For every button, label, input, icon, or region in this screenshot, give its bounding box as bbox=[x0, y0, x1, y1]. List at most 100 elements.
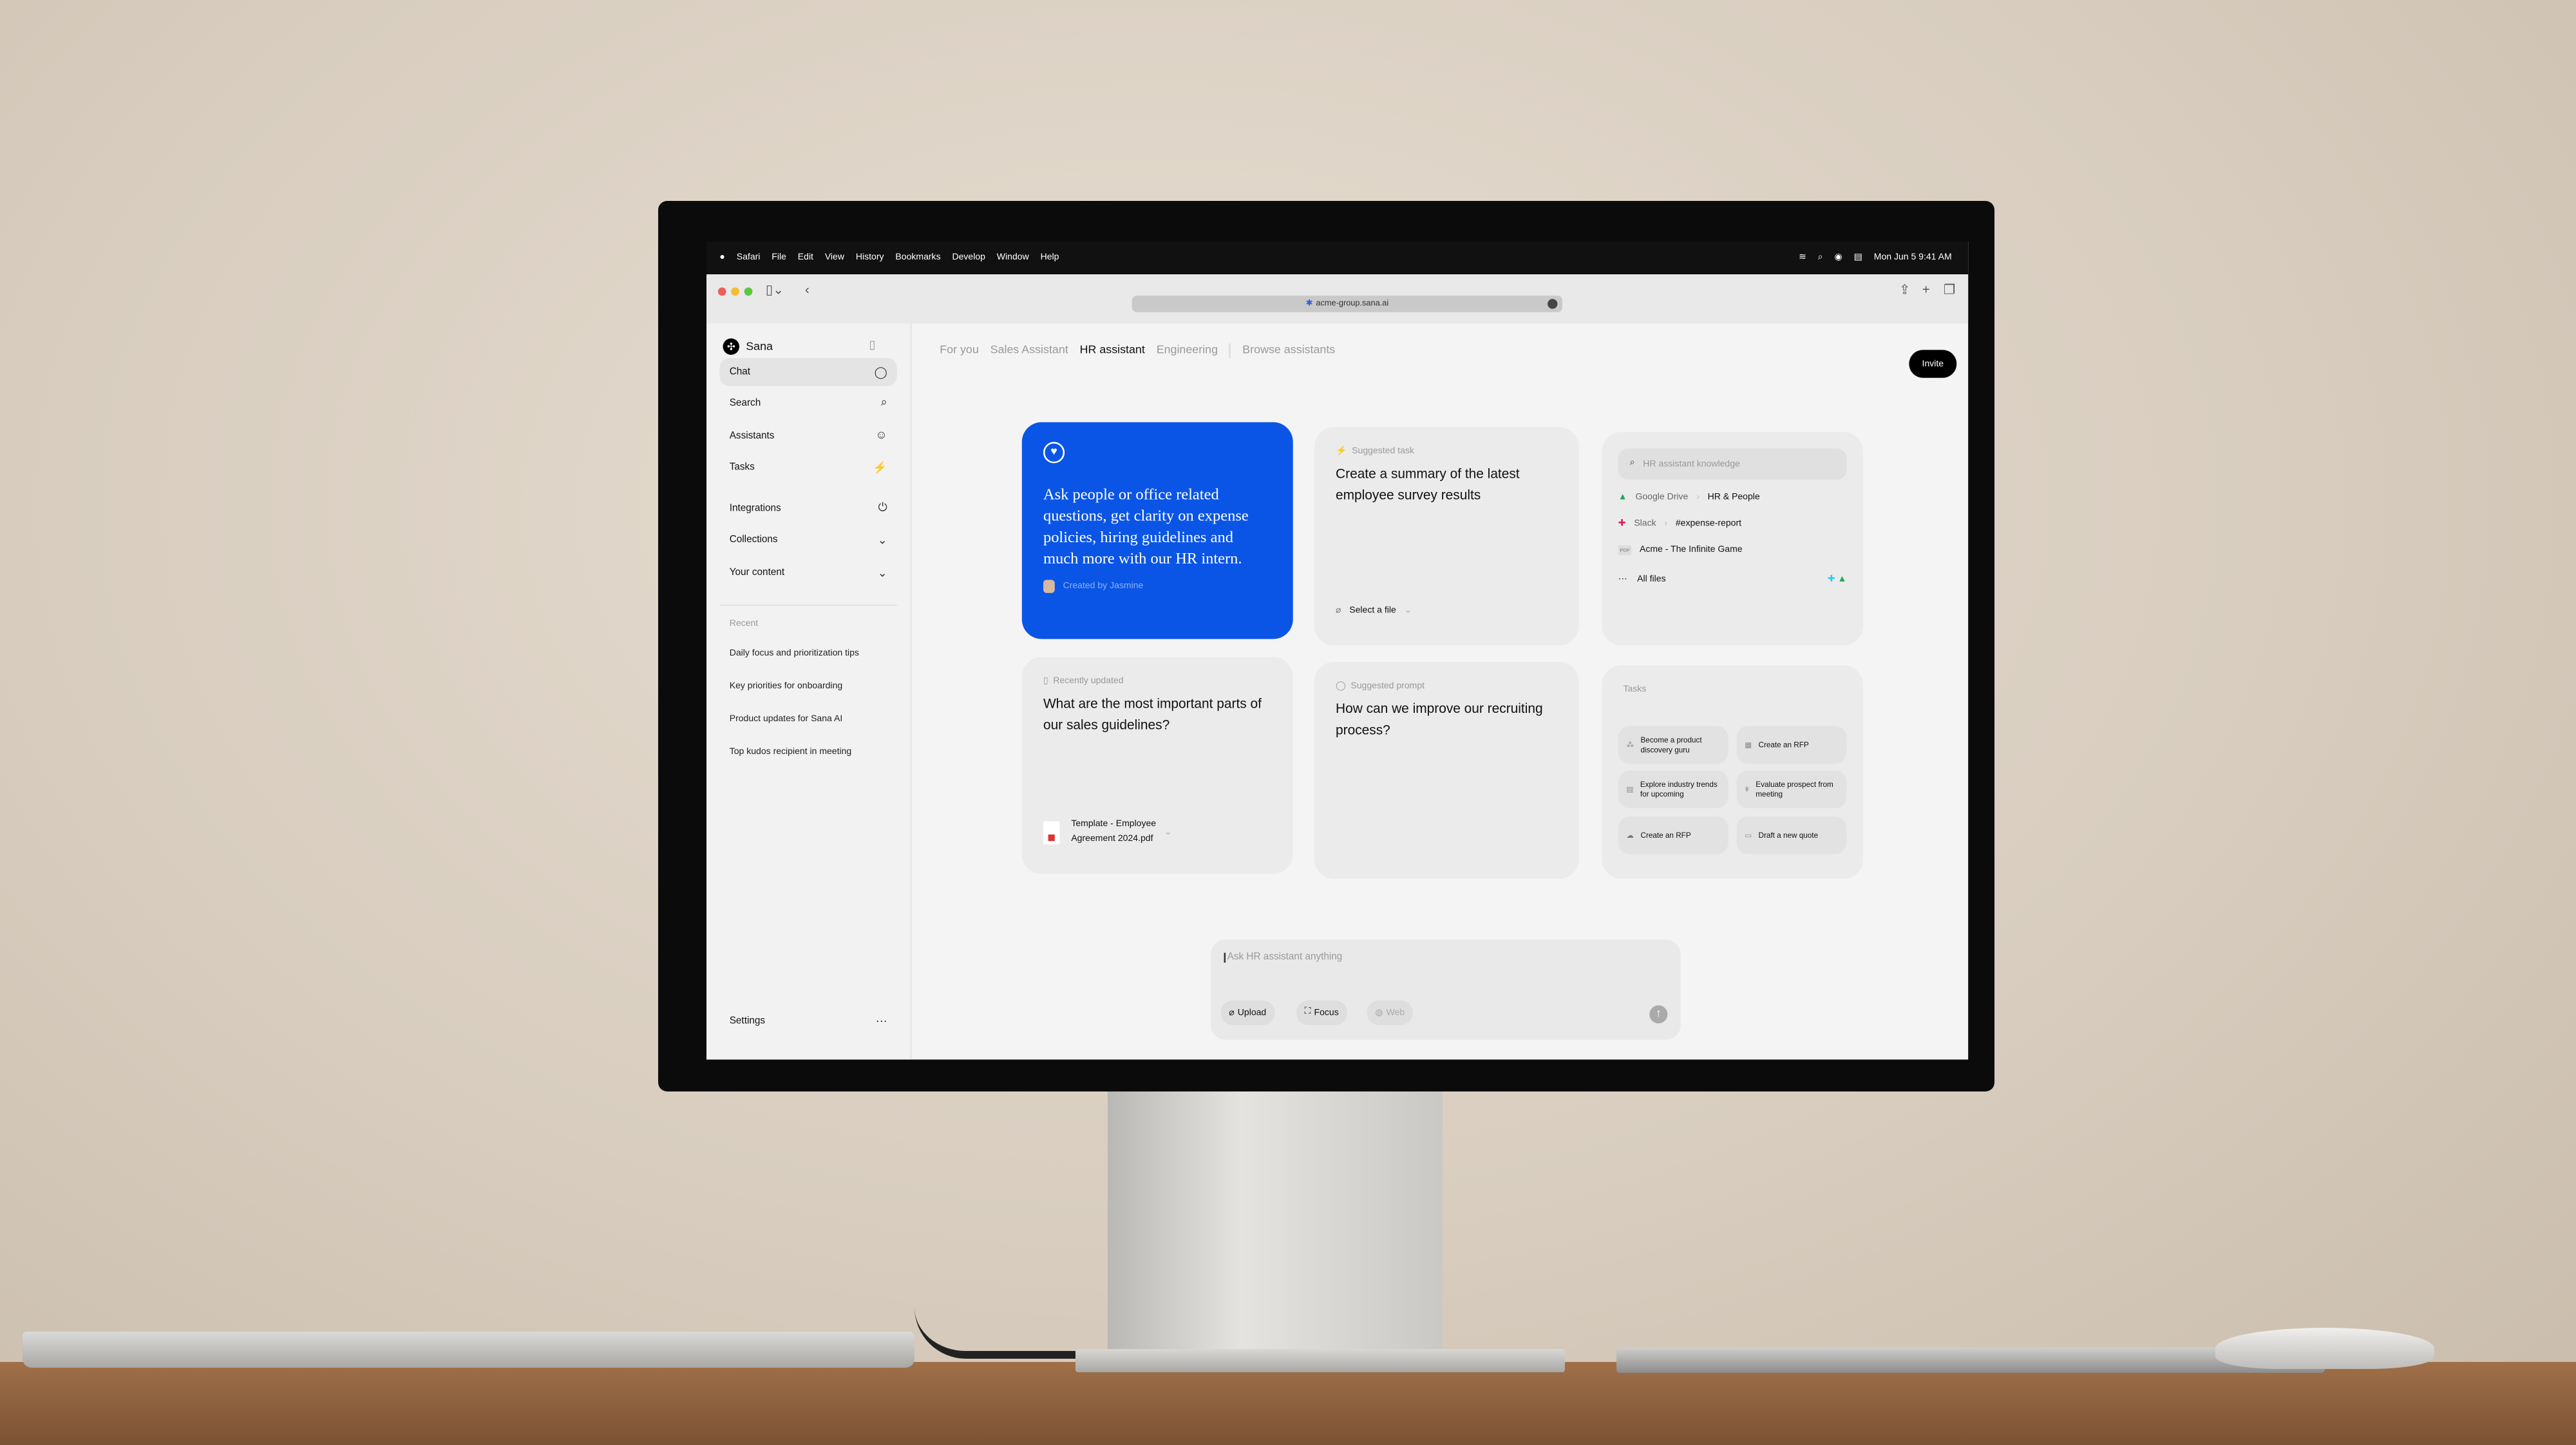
upload-button[interactable]: ⌀ Upload bbox=[1220, 1000, 1275, 1025]
zoom-window-button[interactable] bbox=[744, 287, 753, 296]
sidebar-item-tasks[interactable]: Tasks ⚡ bbox=[719, 453, 897, 481]
menu-history[interactable]: History bbox=[856, 253, 884, 263]
settings-label: Settings bbox=[729, 1015, 766, 1026]
menu-file[interactable]: File bbox=[772, 253, 786, 263]
recently-updated-card[interactable]: ▯ Recently updated What are the most impo… bbox=[1021, 657, 1293, 874]
google-drive-icon: ▲ bbox=[1618, 493, 1627, 503]
bolt-icon: ⚡ bbox=[1336, 446, 1347, 457]
source-item[interactable]: PDF Acme - The Infinite Game bbox=[1618, 545, 1847, 556]
knowledge-search-input[interactable]: ⌕ HR assistant knowledge bbox=[1618, 448, 1847, 480]
card-icon: ▭ bbox=[1745, 830, 1752, 839]
clock[interactable]: Mon Jun 5 9:41 AM bbox=[1874, 253, 1952, 263]
desk bbox=[0, 1362, 2576, 1445]
source-item[interactable]: ▲ Google Drive › HR & People bbox=[1618, 493, 1847, 502]
google-drive-icon: ▲ bbox=[1837, 574, 1847, 585]
task-item[interactable]: ☁ Create an RFP bbox=[1618, 816, 1728, 855]
slack-icon: ✚ bbox=[1618, 519, 1626, 529]
tab-sales-assistant[interactable]: Sales Assistant bbox=[990, 345, 1068, 357]
source-app: Slack bbox=[1634, 519, 1656, 529]
sidebar-item-label: Chat bbox=[729, 367, 751, 377]
task-item[interactable]: ǂ Evaluate prospect from meeting bbox=[1736, 770, 1847, 809]
task-item[interactable]: ▭ Draft a new quote bbox=[1736, 816, 1847, 855]
tab-for-you[interactable]: For you bbox=[940, 345, 979, 357]
table-icon: ▦ bbox=[1745, 740, 1752, 749]
sidebar-item-chat[interactable]: Chat ◯ bbox=[719, 358, 897, 386]
source-item[interactable]: ✚ Slack › #expense-report bbox=[1618, 519, 1847, 529]
spotlight-icon[interactable]: ⌕ bbox=[1818, 252, 1823, 264]
mouse bbox=[2215, 1328, 2434, 1369]
sidebar-item-label: Tasks bbox=[729, 462, 755, 473]
sidebar-item-collections[interactable]: Collections ⌄ bbox=[719, 525, 897, 553]
address-bar[interactable]: ✱ acme-group.sana.ai bbox=[1132, 296, 1563, 312]
sidebar-toggle-icon[interactable]: ▯⌄ bbox=[766, 283, 784, 298]
user-icon[interactable]: ◉ bbox=[1835, 253, 1842, 263]
sidebar-item-your-content[interactable]: Your content ⌄ bbox=[719, 558, 897, 586]
menu-develop[interactable]: Develop bbox=[952, 253, 985, 263]
share-icon[interactable]: ⇪ bbox=[1899, 283, 1910, 298]
invite-button[interactable]: Invite bbox=[1909, 350, 1957, 378]
new-tab-icon[interactable]: + bbox=[1922, 283, 1930, 298]
assistant-card[interactable]: ♥ Ask people or office related questions… bbox=[1021, 422, 1293, 639]
laptop bbox=[23, 1332, 914, 1368]
file-attachment[interactable]: Template - Employee Agreement 2024.pdf ⌄ bbox=[1043, 818, 1172, 847]
browser-toolbar: ▯⌄ ‹ ✱ acme-group.sana.ai ⇪ + ❐ bbox=[706, 274, 1969, 324]
task-label: Become a product discovery guru bbox=[1640, 735, 1702, 753]
back-icon[interactable]: ‹ bbox=[805, 283, 810, 298]
menu-bookmarks[interactable]: Bookmarks bbox=[895, 253, 940, 263]
sana-logo-icon: ✣ bbox=[723, 338, 740, 355]
collapse-sidebar-icon[interactable]: ▯ bbox=[869, 339, 876, 352]
tab-engineering[interactable]: Engineering bbox=[1157, 345, 1218, 357]
task-item[interactable]: ▤ Explore industry trends for upcoming bbox=[1618, 770, 1728, 809]
menu-view[interactable]: View bbox=[825, 253, 844, 263]
all-files-link[interactable]: ⋯ All files ✚ ▲ bbox=[1618, 575, 1847, 585]
tabs-overview-icon[interactable]: ❐ bbox=[1944, 283, 1955, 298]
card-label: Suggested prompt bbox=[1350, 681, 1425, 692]
settings-item[interactable]: Settings ⋯ bbox=[719, 1007, 897, 1035]
tasks-heading: Tasks bbox=[1623, 685, 1647, 695]
recent-item[interactable]: Key priorities for onboarding bbox=[730, 682, 843, 692]
focus-icon: ⛶ bbox=[1304, 1006, 1311, 1017]
suggested-prompt-card[interactable]: ◯ Suggested prompt How can we improve our… bbox=[1314, 662, 1579, 879]
card-title: How can we improve our recruiting proces… bbox=[1336, 701, 1543, 738]
sidebar-item-assistants[interactable]: Assistants ☺ bbox=[719, 422, 897, 450]
heart-icon: ♥ bbox=[1043, 442, 1065, 464]
recent-item[interactable]: Product updates for Sana AI bbox=[730, 715, 843, 724]
select-file-label: Select a file bbox=[1349, 606, 1396, 616]
select-file-dropdown[interactable]: ⌀ Select a file ⌄ bbox=[1336, 606, 1412, 616]
sidebar-item-label: Search bbox=[729, 398, 761, 408]
composer: Ask HR assistant anything ⌀ Upload ⛶ Focus… bbox=[1211, 940, 1681, 1040]
control-center-icon[interactable]: ▤ bbox=[1854, 253, 1862, 263]
task-item[interactable]: ▦ Create an RFP bbox=[1736, 726, 1847, 764]
focus-button[interactable]: ⛶ Focus bbox=[1296, 1000, 1347, 1025]
more-icon: ⋯ bbox=[1618, 574, 1627, 585]
send-button[interactable]: ↑ bbox=[1649, 1005, 1668, 1024]
minimize-window-button[interactable] bbox=[731, 287, 740, 296]
browse-assistants-link[interactable]: Browse assistants bbox=[1242, 345, 1335, 357]
task-label: Create an RFP bbox=[1758, 740, 1809, 749]
sidebar-item-label: Collections bbox=[729, 534, 778, 545]
card-label: Recently updated bbox=[1053, 677, 1124, 687]
recent-item[interactable]: Daily focus and prioritization tips bbox=[730, 649, 859, 659]
sidebar-item-search[interactable]: Search ⌕ bbox=[719, 390, 897, 417]
close-window-button[interactable] bbox=[717, 287, 726, 296]
more-icon[interactable] bbox=[1548, 299, 1558, 309]
menu-safari[interactable]: Safari bbox=[737, 253, 761, 263]
task-item[interactable]: ⁂ Become a product discovery guru bbox=[1618, 726, 1728, 764]
ask-input[interactable]: Ask HR assistant anything bbox=[1224, 952, 1342, 963]
menu-help[interactable]: Help bbox=[1041, 253, 1059, 263]
menu-window[interactable]: Window bbox=[997, 253, 1029, 263]
web-button[interactable]: ◍ Web bbox=[1367, 1000, 1414, 1025]
sidebar-item-label: Your content bbox=[729, 567, 785, 578]
menu-edit[interactable]: Edit bbox=[798, 253, 813, 263]
all-files-label: All files bbox=[1637, 574, 1666, 585]
sidebar-item-integrations[interactable]: Integrations ⏻ bbox=[719, 495, 897, 522]
brand[interactable]: ✣ Sana bbox=[723, 338, 773, 355]
card-title: What are the most important parts of our… bbox=[1043, 696, 1262, 733]
recent-item[interactable]: Top kudos recipient in meeting bbox=[730, 748, 852, 757]
apple-icon[interactable]: ● bbox=[719, 253, 724, 263]
tab-hr-assistant[interactable]: HR assistant bbox=[1080, 345, 1145, 357]
suggested-task-card[interactable]: ⚡ Suggested task Create a summary of the … bbox=[1314, 427, 1579, 646]
wifi-icon[interactable]: ≋ bbox=[1799, 253, 1806, 263]
more-icon[interactable]: ⋯ bbox=[876, 1014, 887, 1028]
paperclip-icon: ⌀ bbox=[1336, 606, 1341, 616]
